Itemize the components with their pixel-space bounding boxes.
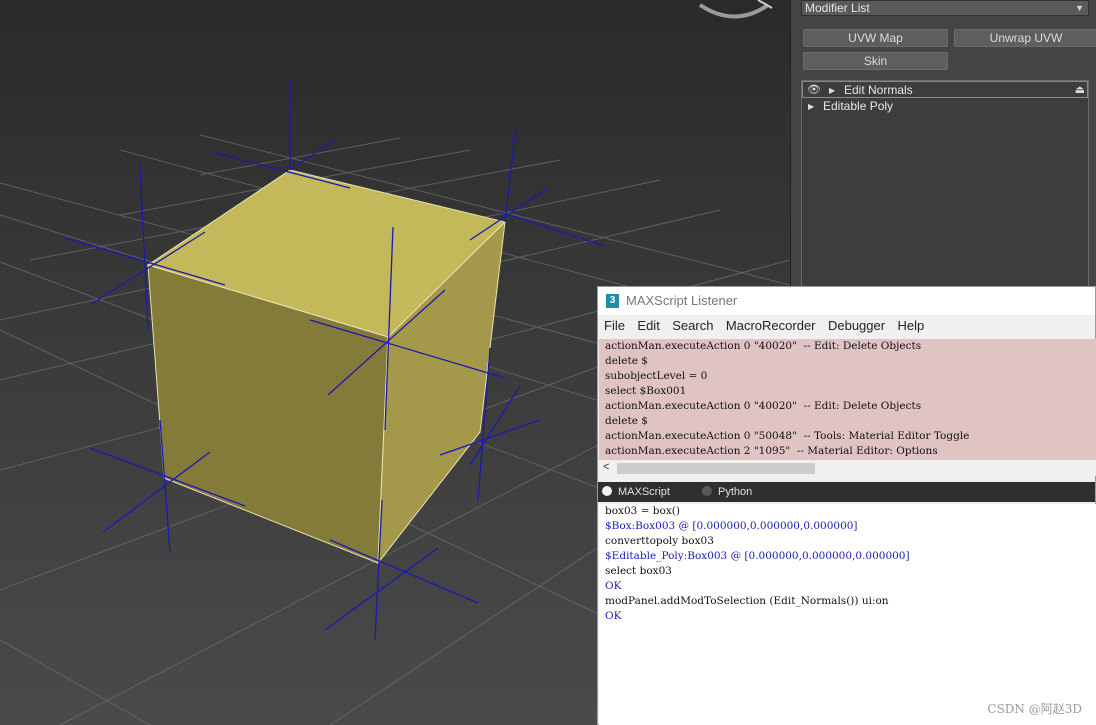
- radio-python[interactable]: Python: [702, 485, 752, 499]
- box003-cube[interactable]: [146, 169, 506, 565]
- output-line: select box03: [605, 565, 672, 577]
- radio-maxscript[interactable]: MAXScript: [602, 485, 670, 499]
- menu-bar: File Edit Search MacroRecorder Debugger …: [598, 315, 1095, 337]
- pin-stack-icon[interactable]: ⏏: [1075, 82, 1085, 99]
- modifier-list-label: Modifier List: [805, 1, 870, 15]
- triangle-right-icon[interactable]: ▶: [808, 98, 814, 115]
- macro-line: actionMan.executeAction 0 "40020" -- Edi…: [605, 340, 922, 352]
- chevron-down-icon: ▼: [1075, 3, 1084, 13]
- menu-macrorecorder[interactable]: MacroRecorder: [720, 315, 818, 334]
- scroll-left-icon[interactable]: <: [603, 461, 609, 473]
- window-titlebar[interactable]: 3 MAXScript Listener: [598, 287, 1095, 315]
- radio-selected-icon: [602, 486, 612, 496]
- watermark: CSDN @阿赵3D: [987, 702, 1082, 716]
- menu-file[interactable]: File: [598, 315, 627, 334]
- output-line: $Editable_Poly:Box003 @ [0.000000,0.0000…: [605, 550, 910, 562]
- macro-line: actionMan.executeAction 0 "40020" -- Edi…: [605, 400, 922, 412]
- macro-line: delete $: [605, 415, 648, 427]
- menu-debugger[interactable]: Debugger: [822, 315, 887, 334]
- stack-item-label: Editable Poly: [823, 99, 894, 113]
- radio-label: MAXScript: [618, 486, 670, 498]
- radio-unselected-icon: [702, 486, 712, 496]
- command-panel-modify: Modifier List ▼ UVW Map Unwrap UVW Skin …: [790, 0, 1096, 290]
- output-line: modPanel.addModToSelection (Edit_Normals…: [605, 595, 889, 607]
- maxscript-listener-window: 3 MAXScript Listener File Edit Search Ma…: [597, 286, 1096, 725]
- modifier-list-dropdown[interactable]: Modifier List ▼: [801, 0, 1089, 16]
- eye-icon[interactable]: 👁: [807, 82, 821, 99]
- menu-help[interactable]: Help: [892, 315, 927, 334]
- uvw-map-button[interactable]: UVW Map: [803, 29, 948, 47]
- unwrap-uvw-button[interactable]: Unwrap UVW: [954, 29, 1096, 47]
- output-line: OK: [605, 610, 622, 622]
- macro-recorder-pane[interactable]: actionMan.executeAction 0 "40020" -- Edi…: [599, 339, 1096, 460]
- output-line: converttopoly box03: [605, 535, 714, 547]
- output-line: $Box:Box003 @ [0.000000,0.000000,0.00000…: [605, 520, 858, 532]
- output-line: box03 = box(): [605, 505, 680, 517]
- stack-item-edit-normals[interactable]: 👁 ▶ Edit Normals ⏏: [802, 81, 1088, 98]
- stack-item-label: Edit Normals: [844, 83, 913, 97]
- menu-edit[interactable]: Edit: [631, 315, 661, 334]
- scrollbar-thumb[interactable]: [617, 463, 815, 474]
- macro-line: subobjectLevel = 0: [605, 370, 708, 382]
- language-mode-bar: MAXScript Python: [598, 482, 1095, 502]
- skin-button[interactable]: Skin: [803, 52, 948, 70]
- 3dsmax-app-icon: 3: [606, 294, 619, 308]
- viewcube-ring[interactable]: [698, 0, 773, 19]
- radio-label: Python: [718, 486, 753, 498]
- menu-search[interactable]: Search: [666, 315, 715, 334]
- window-title: MAXScript Listener: [626, 293, 738, 308]
- stack-item-editable-poly[interactable]: ▶ Editable Poly: [802, 98, 1088, 115]
- output-line: OK: [605, 580, 622, 592]
- macro-line: actionMan.executeAction 2 "1095" -- Mate…: [605, 445, 938, 457]
- macro-line: select $Box001: [605, 385, 687, 397]
- triangle-right-icon[interactable]: ▶: [829, 82, 835, 99]
- macro-line: delete $: [605, 355, 648, 367]
- modifier-stack: 👁 ▶ Edit Normals ⏏ ▶ Editable Poly: [801, 80, 1089, 290]
- macro-line: actionMan.executeAction 0 "50048" -- Too…: [605, 430, 970, 442]
- listener-output-pane[interactable]: box03 = box() $Box:Box003 @ [0.000000,0.…: [599, 504, 1096, 725]
- horizontal-scrollbar[interactable]: <: [599, 460, 1096, 476]
